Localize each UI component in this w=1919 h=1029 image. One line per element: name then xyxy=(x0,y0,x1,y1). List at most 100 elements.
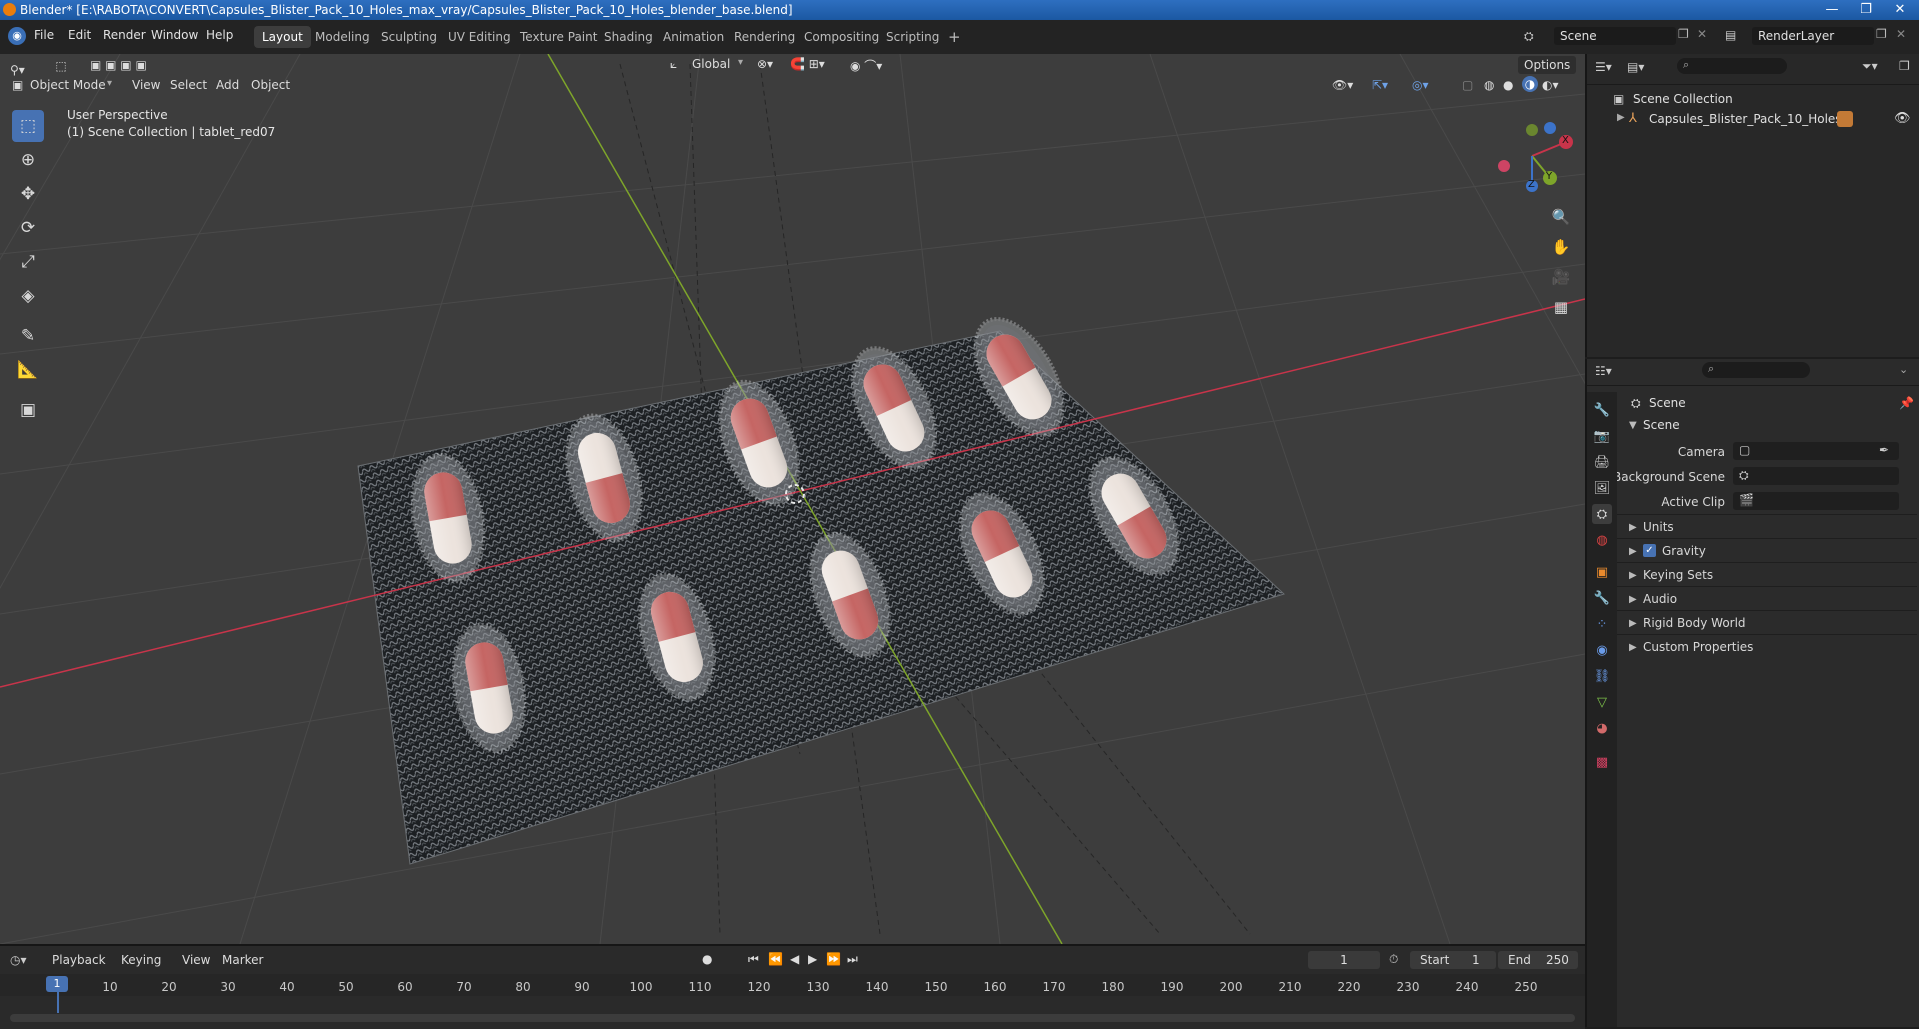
new-collection-icon[interactable]: ❐ xyxy=(1899,59,1910,73)
expand-arrow-icon[interactable]: ▶ xyxy=(1629,522,1637,533)
jump-start-icon[interactable]: ⏮ xyxy=(748,952,759,967)
units-panel-header[interactable]: Units xyxy=(1643,520,1674,534)
timeline-menu-view[interactable]: View xyxy=(182,953,210,967)
blender-menu-icon[interactable]: ◉ xyxy=(8,27,26,45)
stopwatch-icon[interactable]: ⏱ xyxy=(1389,952,1398,967)
play-icon[interactable]: ▶ xyxy=(808,952,817,966)
display-mode-icon[interactable]: ▤▾ xyxy=(1627,60,1644,74)
collapse-arrow-icon[interactable]: ▼ xyxy=(1629,420,1637,431)
texture-tab-icon[interactable]: ▩ xyxy=(1592,752,1612,772)
expand-arrow-icon[interactable]: ▶ xyxy=(1617,112,1625,123)
prev-keyframe-icon[interactable]: ⏪ xyxy=(768,952,783,966)
transform-tool-icon[interactable]: ◈ xyxy=(12,280,44,312)
tab-uv-editing[interactable]: UV Editing xyxy=(440,26,519,48)
constraints-tab-icon[interactable]: ⛓ xyxy=(1592,666,1612,686)
chevron-down-icon[interactable]: ⌄ xyxy=(1899,363,1908,376)
new-view-layer-icon[interactable]: ❐ xyxy=(1876,27,1887,41)
tab-sculpting[interactable]: Sculpting xyxy=(373,26,445,48)
view-layer-icon[interactable]: ▤ xyxy=(1725,28,1736,42)
filter-icon[interactable]: ⏷▾ xyxy=(1862,59,1878,74)
start-frame-field[interactable]: Start 1 xyxy=(1410,951,1496,969)
annotate-tool-icon[interactable]: ✎ xyxy=(12,320,44,352)
remove-view-layer-icon[interactable]: ✕ xyxy=(1896,27,1906,41)
outliner-row-scene-collection[interactable]: ▣ Scene Collection xyxy=(1587,90,1919,110)
next-keyframe-icon[interactable]: ⏩ xyxy=(826,952,841,966)
camera-view-icon[interactable]: 🎥 xyxy=(1548,264,1574,290)
data-tab-icon[interactable]: ▽ xyxy=(1592,692,1612,712)
timeline-menu-playback[interactable]: Playback xyxy=(52,953,106,967)
expand-arrow-icon[interactable]: ▶ xyxy=(1629,594,1637,605)
outliner-row-object[interactable]: ▶ ⅄ Capsules_Blister_Pack_10_Holes 👁 xyxy=(1587,110,1919,130)
menu-window[interactable]: Window xyxy=(151,28,198,42)
menu-help[interactable]: Help xyxy=(206,28,233,42)
outliner-editor-icon[interactable]: ☰▾ xyxy=(1595,60,1612,74)
maximize-button[interactable]: ❐ xyxy=(1849,0,1883,20)
end-frame-field[interactable]: End 250 xyxy=(1498,951,1578,969)
eye-visibility-icon[interactable]: 👁 xyxy=(1894,111,1911,126)
tab-texture-paint[interactable]: Texture Paint xyxy=(512,26,605,48)
tab-compositing[interactable]: Compositing xyxy=(796,26,887,48)
pan-hand-icon[interactable]: ✋ xyxy=(1548,234,1574,260)
zoom-icon[interactable]: 🔍 xyxy=(1548,204,1574,230)
select-box-tool-icon[interactable]: ⬚ xyxy=(12,110,44,142)
tool-tab-icon[interactable]: 🔧 xyxy=(1592,400,1612,420)
scene-tab-icon[interactable]: ⛭ xyxy=(1592,504,1612,524)
keying-sets-panel-header[interactable]: Keying Sets xyxy=(1643,568,1713,582)
measure-tool-icon[interactable]: 📐 xyxy=(12,354,44,386)
audio-panel-header[interactable]: Audio xyxy=(1643,592,1677,606)
custom-properties-panel-header[interactable]: Custom Properties xyxy=(1643,640,1753,654)
properties-search-input[interactable]: ⌕ xyxy=(1702,362,1810,378)
output-tab-icon[interactable]: 🖨 xyxy=(1592,452,1612,472)
camera-field[interactable]: ▢ ✒ xyxy=(1733,442,1899,460)
tab-rendering[interactable]: Rendering xyxy=(726,26,803,48)
move-tool-icon[interactable]: ✥ xyxy=(12,178,44,210)
scene-name-field[interactable]: Scene xyxy=(1554,27,1676,45)
renderlayer-field[interactable]: RenderLayer xyxy=(1752,27,1874,45)
menu-file[interactable]: File xyxy=(34,28,54,42)
scene-selector-icon[interactable]: ⛭ xyxy=(1524,29,1534,44)
current-frame-field[interactable]: 1 xyxy=(1308,951,1380,969)
modifier-tab-icon[interactable]: 🔧 xyxy=(1592,588,1612,608)
particles-tab-icon[interactable]: ⁘ xyxy=(1592,614,1612,634)
tab-scripting[interactable]: Scripting xyxy=(878,26,947,48)
remove-scene-icon[interactable]: ✕ xyxy=(1697,27,1707,41)
scale-tool-icon[interactable]: ⤢ xyxy=(12,246,44,278)
expand-arrow-icon[interactable]: ▶ xyxy=(1629,570,1637,581)
active-clip-field[interactable]: 🎬 xyxy=(1733,492,1899,510)
3d-viewport[interactable]: ⬚ ⊕ ✥ ⟳ ⤢ ◈ ✎ 📐 ▣ User Perspective (1) S… xyxy=(0,54,1585,944)
expand-arrow-icon[interactable]: ▶ xyxy=(1629,618,1637,629)
tab-layout[interactable]: Layout xyxy=(254,26,311,48)
material-tab-icon[interactable]: ◕ xyxy=(1592,718,1612,738)
scene-section-header[interactable]: Scene xyxy=(1643,418,1680,432)
expand-arrow-icon[interactable]: ▶ xyxy=(1629,642,1637,653)
playhead-frame-badge[interactable]: 1 xyxy=(46,976,68,992)
properties-editor-icon[interactable]: ☷▾ xyxy=(1595,364,1612,378)
expand-arrow-icon[interactable]: ▶ xyxy=(1629,546,1637,557)
rotate-tool-icon[interactable]: ⟳ xyxy=(12,212,44,244)
world-tab-icon[interactable]: ◍ xyxy=(1592,530,1612,550)
background-scene-field[interactable]: ⛭ xyxy=(1733,467,1899,485)
tab-shading[interactable]: Shading xyxy=(596,26,661,48)
gravity-checkbox[interactable]: ✓ xyxy=(1643,544,1656,557)
add-workspace-button[interactable]: + xyxy=(940,26,969,48)
close-window-button[interactable]: ✕ xyxy=(1883,0,1917,20)
timeline-editor-icon[interactable]: ◷▾ xyxy=(10,953,27,967)
navigation-gizmo[interactable]: X Y Z xyxy=(1490,114,1574,198)
menu-edit[interactable]: Edit xyxy=(68,28,91,42)
record-icon[interactable]: ● xyxy=(702,952,712,966)
new-scene-icon[interactable]: ❐ xyxy=(1678,27,1689,41)
view-layer-tab-icon[interactable]: 🖼 xyxy=(1592,478,1612,498)
timeline-menu-marker[interactable]: Marker xyxy=(222,953,263,967)
pin-icon[interactable]: 📌 xyxy=(1899,396,1914,410)
eyedropper-icon[interactable]: ✒ xyxy=(1879,443,1889,457)
timeline-scrollbar[interactable] xyxy=(10,1014,1575,1022)
rigid-body-world-panel-header[interactable]: Rigid Body World xyxy=(1643,616,1746,630)
render-tab-icon[interactable]: 📷 xyxy=(1592,426,1612,446)
physics-tab-icon[interactable]: ◉ xyxy=(1592,640,1612,660)
object-tab-icon[interactable]: ▣ xyxy=(1592,562,1612,582)
menu-render[interactable]: Render xyxy=(103,28,146,42)
cursor-tool-icon[interactable]: ⊕ xyxy=(12,144,44,176)
gravity-panel-header[interactable]: Gravity xyxy=(1662,544,1706,558)
minimize-button[interactable]: — xyxy=(1815,0,1849,20)
add-cube-tool-icon[interactable]: ▣ xyxy=(12,394,44,426)
